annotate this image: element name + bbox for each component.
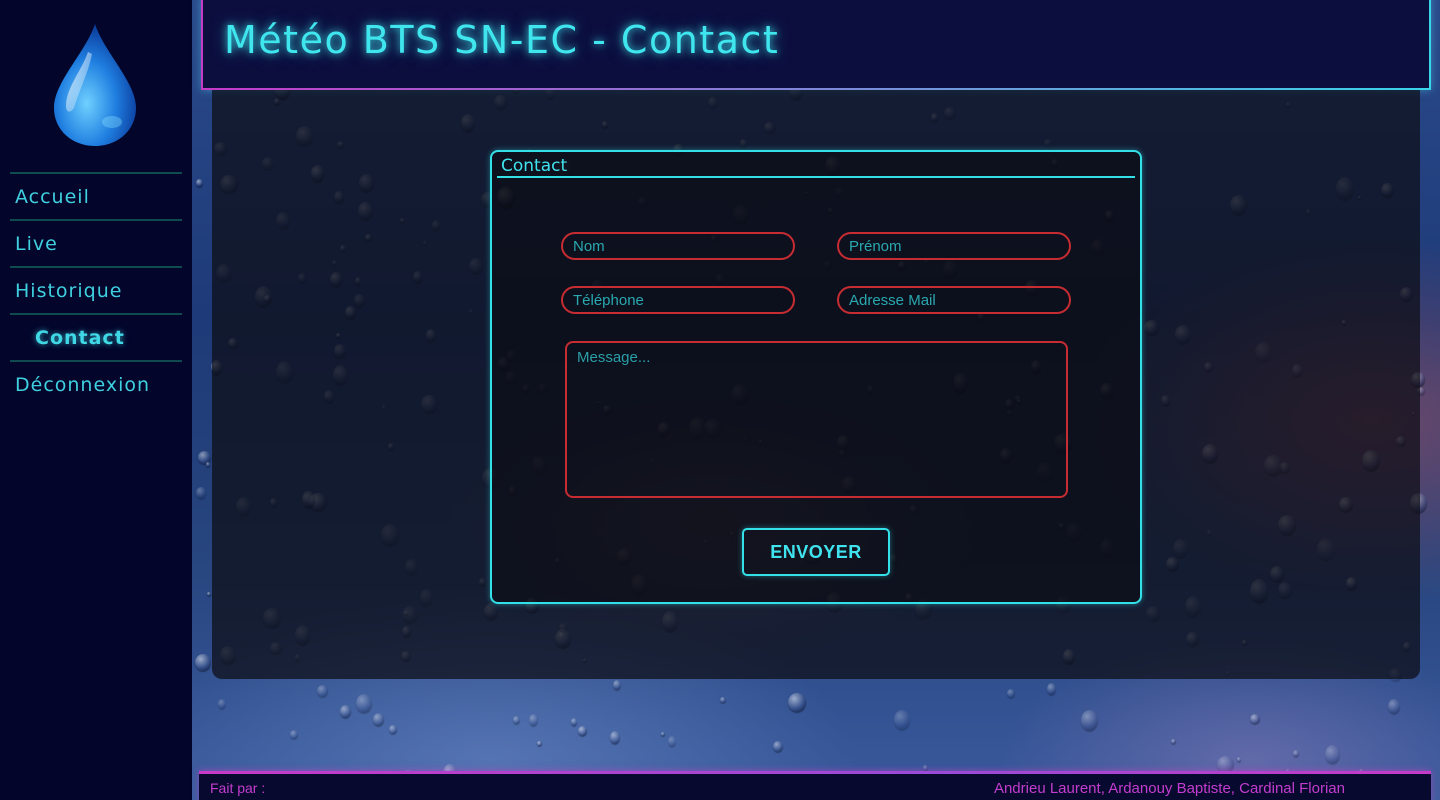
send-button[interactable]: ENVOYER: [742, 528, 890, 576]
rain-droplet: [668, 736, 676, 747]
message-textarea[interactable]: [565, 341, 1068, 498]
page-title: Météo BTS SN-EC - Contact: [224, 18, 780, 62]
nom-input[interactable]: [561, 232, 795, 260]
rain-droplet: [1047, 683, 1056, 695]
rain-droplet: [373, 713, 384, 726]
rain-droplet: [389, 725, 397, 734]
rain-droplet: [1171, 739, 1176, 744]
contact-card: Contact ENVOYER: [490, 150, 1142, 604]
rain-droplet: [340, 705, 351, 718]
rain-droplet: [529, 714, 538, 726]
nav-item-accueil[interactable]: Accueil: [10, 172, 182, 219]
sidebar: Accueil Live Historique Contact Déconnex…: [0, 0, 192, 800]
rain-droplet: [317, 685, 328, 697]
rain-droplet: [206, 462, 210, 467]
water-drop-icon: [54, 24, 136, 146]
nav-item-label: Déconnexion: [15, 373, 151, 396]
rain-droplet: [788, 693, 806, 712]
nav-item-label: Live: [15, 232, 58, 255]
rain-droplet: [661, 732, 665, 736]
rain-droplet: [773, 741, 783, 752]
rain-droplet: [356, 694, 372, 713]
rain-droplet: [196, 487, 206, 499]
contact-card-title: Contact: [497, 156, 1135, 178]
nav-item-live[interactable]: Live: [10, 219, 182, 266]
rain-droplet: [571, 718, 577, 726]
rain-droplet: [207, 592, 211, 596]
rain-droplet: [610, 731, 620, 744]
rain-droplet: [290, 730, 298, 739]
prenom-input[interactable]: [837, 232, 1071, 260]
footer-authors: Andrieu Laurent, Ardanouy Baptiste, Card…: [993, 780, 1345, 797]
rain-droplet: [1237, 757, 1241, 762]
nav-item-deconnexion[interactable]: Déconnexion: [10, 360, 182, 407]
rain-droplet: [195, 654, 211, 671]
nav-item-label: Historique: [15, 279, 123, 302]
page-footer: Fait par : Andrieu Laurent, Ardanouy Bap…: [199, 771, 1431, 800]
nav-item-label: Accueil: [15, 185, 90, 208]
rain-droplet: [1081, 710, 1098, 731]
rain-droplet: [894, 710, 910, 730]
nav-item-label: Contact: [35, 326, 125, 349]
rain-droplet: [1293, 750, 1299, 757]
nav-item-contact[interactable]: Contact: [10, 313, 182, 360]
email-input[interactable]: [837, 286, 1071, 314]
rain-droplet: [537, 741, 542, 746]
page-header: Météo BTS SN-EC - Contact: [201, 0, 1431, 90]
rain-droplet: [578, 726, 587, 736]
rain-droplet: [196, 179, 203, 187]
nav-item-historique[interactable]: Historique: [10, 266, 182, 313]
rain-droplet: [218, 699, 226, 709]
rain-droplet: [1007, 689, 1015, 698]
telephone-input[interactable]: [561, 286, 795, 314]
footer-credit-label: Fait par :: [210, 780, 266, 796]
main-nav: Accueil Live Historique Contact Déconnex…: [10, 172, 182, 407]
rain-droplet: [613, 680, 621, 690]
rain-droplet: [720, 697, 726, 703]
rain-droplet: [1325, 745, 1340, 764]
rain-droplet: [513, 716, 520, 724]
rain-droplet: [1388, 699, 1400, 714]
rain-droplet: [1250, 714, 1260, 724]
